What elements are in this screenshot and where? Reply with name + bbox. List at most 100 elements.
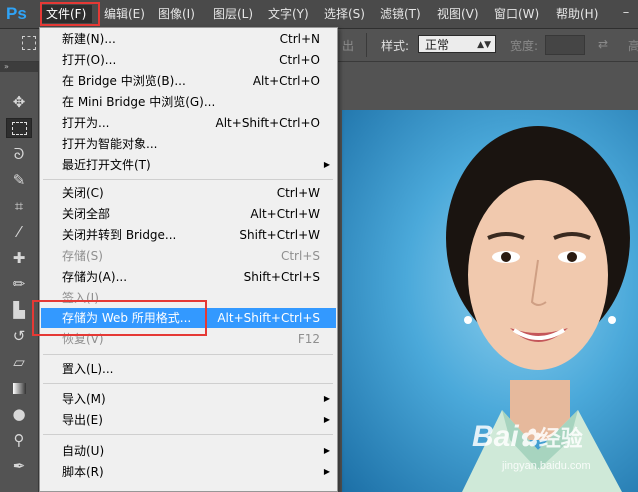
menu-item-label: 关闭全部 <box>62 207 111 221</box>
watermark-logo-text: Bai <box>472 420 519 453</box>
brush-tool-icon[interactable]: ✏ <box>6 274 32 294</box>
menu-select[interactable]: 选择(S) <box>324 5 365 23</box>
highlight-box-save-for-web <box>32 300 207 336</box>
submenu-arrow-icon: ▶ <box>323 446 330 455</box>
menu-item-label: 脚本(R) <box>62 465 104 479</box>
gradient-tool-icon[interactable] <box>6 378 32 398</box>
submenu-arrow-icon: ▶ <box>323 394 330 403</box>
submenu-arrow-icon: ▶ <box>323 467 330 476</box>
menu-item-label: 置入(L)... <box>62 362 114 376</box>
highlight-box-file-menu <box>40 2 100 26</box>
menu-item-open-as-smart-object[interactable]: 打开为智能对象... <box>41 134 336 154</box>
menu-item-label: 新建(N)... <box>62 32 116 46</box>
menu-item-shortcut: Alt+Ctrl+O <box>252 74 320 88</box>
chevron-updown-icon: ▲▼ <box>477 40 491 50</box>
menu-item-open-as[interactable]: 打开为... Alt+Shift+Ctrl+O <box>41 113 336 133</box>
marquee-tool-icon[interactable] <box>6 118 32 138</box>
menu-item-close[interactable]: 关闭(C) Ctrl+W <box>41 183 336 203</box>
menu-view[interactable]: 视图(V) <box>437 5 479 23</box>
file-menu-dropdown: 新建(N)... Ctrl+N 打开(O)... Ctrl+O 在 Bridge… <box>39 27 338 492</box>
menu-item-automate[interactable]: 自动(U) ▶ <box>41 441 336 461</box>
menu-separator <box>43 383 333 384</box>
menu-item-import[interactable]: 导入(M) ▶ <box>41 389 336 409</box>
menu-type[interactable]: 文字(Y) <box>268 5 309 23</box>
baidu-watermark: Bai✿经验 jingyan.baidu.com <box>472 420 632 480</box>
submenu-arrow-icon: ▶ <box>323 160 330 169</box>
blur-tool-icon[interactable]: ● <box>6 404 32 424</box>
tools-panel: » ✥ ᘐ ✎ ⌗ ⁄ ✚ ✏ ▙ ↺ ▱ ● ⚲ ✒ <box>0 62 39 492</box>
menu-item-open[interactable]: 打开(O)... Ctrl+O <box>41 50 336 70</box>
menu-item-shortcut: Alt+Ctrl+W <box>250 207 320 221</box>
menu-item-close-all[interactable]: 关闭全部 Alt+Ctrl+W <box>41 204 336 224</box>
options-divider <box>366 33 367 57</box>
menu-edit[interactable]: 编辑(E) <box>104 5 145 23</box>
menu-item-shortcut: Shift+Ctrl+S <box>243 270 320 284</box>
menu-item-shortcut: Ctrl+S <box>280 249 320 263</box>
submenu-arrow-icon: ▶ <box>323 415 330 424</box>
menu-item-label: 存储为(A)... <box>62 270 128 284</box>
menu-item-label: 关闭并转到 Bridge... <box>62 228 177 242</box>
menu-item-browse-in-mini-bridge[interactable]: 在 Mini Bridge 中浏览(G)... <box>41 92 336 112</box>
menu-help[interactable]: 帮助(H) <box>556 5 598 23</box>
style-select-value: 正常 <box>425 38 450 52</box>
photoshop-logo: Ps <box>6 4 27 23</box>
menu-item-shortcut: F12 <box>297 332 320 346</box>
menu-item-shortcut: Ctrl+N <box>279 32 320 46</box>
minimize-icon[interactable]: – <box>617 4 635 22</box>
menu-separator <box>43 434 333 435</box>
width-input[interactable] <box>545 35 585 55</box>
marquee-preset-icon[interactable] <box>22 36 36 50</box>
collapse-icon[interactable]: » <box>0 62 38 72</box>
refine-edge-label: 出 <box>342 39 355 53</box>
menu-item-shortcut: Ctrl+W <box>276 186 320 200</box>
clone-stamp-tool-icon[interactable]: ▙ <box>6 300 32 320</box>
menu-item-new[interactable]: 新建(N)... Ctrl+N <box>41 29 336 49</box>
eraser-tool-icon[interactable]: ▱ <box>6 352 32 372</box>
menu-item-label: 自动(U) <box>62 444 105 458</box>
menu-item-label: 在 Bridge 中浏览(B)... <box>62 74 186 88</box>
menu-image[interactable]: 图像(I) <box>158 5 195 23</box>
menu-separator <box>43 354 333 355</box>
style-label: 样式: <box>381 39 410 53</box>
menu-item-label: 打开为... <box>62 116 110 130</box>
menu-item-label: 关闭(C) <box>62 186 104 200</box>
menu-item-scripts[interactable]: 脚本(R) ▶ <box>41 462 336 482</box>
crop-tool-icon[interactable]: ⌗ <box>6 196 32 216</box>
menu-item-shortcut: Alt+Shift+Ctrl+O <box>215 116 320 130</box>
watermark-suffix: 经验 <box>538 426 583 451</box>
style-select[interactable]: 正常 ▲▼ <box>418 35 496 53</box>
menu-item-shortcut: Shift+Ctrl+W <box>239 228 320 242</box>
menu-item-browse-in-bridge[interactable]: 在 Bridge 中浏览(B)... Alt+Ctrl+O <box>41 71 336 91</box>
canvas-area <box>342 62 638 110</box>
menu-item-save: 存储(S) Ctrl+S <box>41 246 336 266</box>
move-tool-icon[interactable]: ✥ <box>6 92 32 112</box>
width-label: 宽度: <box>510 39 539 53</box>
menu-layer[interactable]: 图层(L) <box>213 5 253 23</box>
menu-item-label: 在 Mini Bridge 中浏览(G)... <box>62 95 216 109</box>
menu-item-save-as[interactable]: 存储为(A)... Shift+Ctrl+S <box>41 267 336 287</box>
menu-item-label: 导入(M) <box>62 392 106 406</box>
menu-filter[interactable]: 滤镜(T) <box>380 5 421 23</box>
menu-window[interactable]: 窗口(W) <box>494 5 539 23</box>
history-brush-tool-icon[interactable]: ↺ <box>6 326 32 346</box>
swap-icon[interactable]: ⇄ <box>598 37 608 51</box>
dodge-tool-icon[interactable]: ⚲ <box>6 430 32 450</box>
menu-item-shortcut: Alt+Shift+Ctrl+S <box>217 311 320 325</box>
quick-select-tool-icon[interactable]: ✎ <box>6 170 32 190</box>
paw-icon: ✿ <box>518 425 539 452</box>
height-label: 高 <box>628 39 638 53</box>
healing-brush-tool-icon[interactable]: ✚ <box>6 248 32 268</box>
menu-item-open-recent[interactable]: 最近打开文件(T) ▶ <box>41 155 336 175</box>
pen-tool-icon[interactable]: ✒ <box>6 456 32 476</box>
menu-item-label: 打开(O)... <box>62 53 117 67</box>
lasso-tool-icon[interactable]: ᘐ <box>6 144 32 164</box>
menu-separator <box>43 179 333 180</box>
eyedropper-tool-icon[interactable]: ⁄ <box>6 222 32 242</box>
menu-item-label: 导出(E) <box>62 413 103 427</box>
menu-item-shortcut: Ctrl+O <box>279 53 320 67</box>
menu-item-label: 存储(S) <box>62 249 103 263</box>
menu-item-close-and-go-to-bridge[interactable]: 关闭并转到 Bridge... Shift+Ctrl+W <box>41 225 336 245</box>
menu-item-export[interactable]: 导出(E) ▶ <box>41 410 336 430</box>
menu-item-place[interactable]: 置入(L)... <box>41 359 336 379</box>
watermark-url: jingyan.baidu.com <box>502 460 591 472</box>
